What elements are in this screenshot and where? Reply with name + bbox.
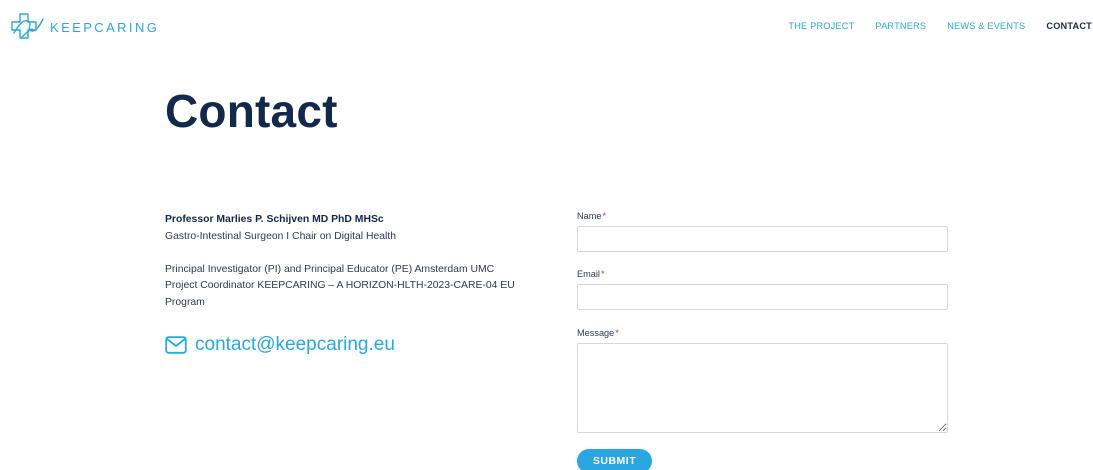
email-label: Email* bbox=[577, 269, 948, 282]
required-marker: * bbox=[615, 328, 619, 338]
email-link[interactable]: contact@keepcaring.eu bbox=[195, 335, 395, 353]
contact-description-line-1: Principal Investigator (PI) and Principa… bbox=[165, 263, 495, 275]
contact-role: Gastro-Intestinal Surgeon I Chair on Dig… bbox=[165, 230, 397, 242]
submit-button[interactable]: SUBMIT bbox=[577, 449, 652, 470]
email-row: contact@keepcaring.eu bbox=[165, 335, 560, 354]
email-field[interactable] bbox=[577, 284, 948, 310]
logo-text: KEEPCARING bbox=[50, 19, 160, 35]
message-field[interactable] bbox=[577, 343, 948, 433]
page-title: Contact bbox=[165, 85, 338, 137]
contact-name: Professor Marlies P. Schijven MD PhD MHS… bbox=[165, 214, 384, 225]
keepcaring-logo-icon bbox=[11, 13, 44, 39]
contact-info: Professor Marlies P. Schijven MD PhD MHS… bbox=[165, 212, 560, 354]
contact-form: Name* Email* Message* SUBMIT bbox=[577, 211, 948, 470]
main-nav: THE PROJECT PARTNERS NEWS & EVENTS CONTA… bbox=[788, 21, 1092, 31]
site-logo[interactable]: KEEPCARING bbox=[8, 11, 159, 43]
message-label-text: Message bbox=[577, 328, 615, 338]
contact-description-line-3: Program bbox=[165, 296, 205, 308]
name-label: Name* bbox=[577, 211, 948, 224]
nav-item-contact[interactable]: CONTACT bbox=[1046, 21, 1092, 31]
site-header: KEEPCARING THE PROJECT PARTNERS NEWS & E… bbox=[0, 0, 1093, 54]
name-field[interactable] bbox=[577, 226, 948, 252]
name-label-text: Name bbox=[577, 211, 602, 221]
nav-item-the-project[interactable]: THE PROJECT bbox=[788, 21, 854, 31]
email-label-text: Email bbox=[577, 269, 600, 279]
nav-item-news-events[interactable]: NEWS & EVENTS bbox=[947, 21, 1025, 31]
mail-icon bbox=[165, 336, 187, 354]
contact-description-line-2: Project Coordinator KEEPCARING – A HORIZ… bbox=[165, 280, 515, 291]
required-marker: * bbox=[600, 269, 605, 279]
nav-item-partners[interactable]: PARTNERS bbox=[875, 21, 926, 31]
required-marker: * bbox=[602, 211, 607, 221]
message-label: Message* bbox=[577, 328, 948, 341]
